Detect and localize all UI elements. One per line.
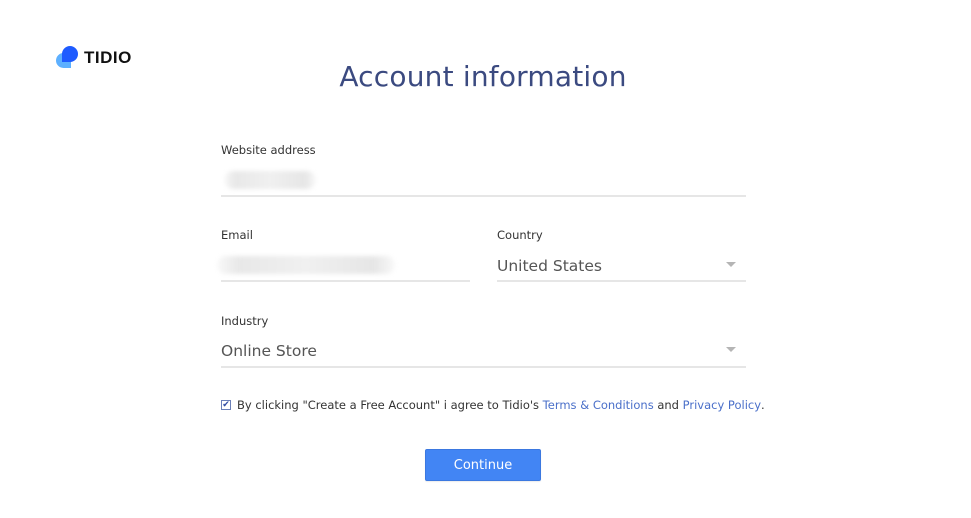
terms-agreement: ✔ By clicking "Create a Free Account" i …	[221, 398, 765, 412]
website-address-label: Website address	[221, 143, 316, 157]
chevron-down-icon	[726, 347, 736, 352]
agreement-text-prefix: By clicking "Create a Free Account" i ag…	[237, 398, 543, 412]
industry-select[interactable]: Industry Online Store	[221, 314, 746, 370]
country-label: Country	[497, 228, 543, 242]
account-information-page: TIDIO Account information Website addres…	[0, 0, 971, 518]
page-title: Account information	[339, 60, 627, 93]
website-address-field[interactable]: Website address	[221, 143, 746, 199]
email-field[interactable]: Email	[217, 228, 470, 284]
terms-checkbox[interactable]: ✔	[221, 400, 231, 410]
country-underline	[497, 280, 746, 282]
email-label: Email	[221, 228, 253, 242]
chevron-down-icon	[726, 262, 736, 267]
agreement-text-suffix: .	[761, 398, 765, 412]
country-selected-value: United States	[497, 257, 602, 275]
country-select[interactable]: Country United States	[497, 228, 746, 284]
terms-conditions-link[interactable]: Terms & Conditions	[543, 398, 654, 412]
privacy-policy-link[interactable]: Privacy Policy	[683, 398, 761, 412]
industry-selected-value: Online Store	[221, 342, 317, 360]
agreement-text-and: and	[653, 398, 683, 412]
website-address-value-redacted	[224, 171, 316, 189]
email-underline	[221, 280, 470, 282]
continue-button[interactable]: Continue	[425, 449, 541, 481]
industry-underline	[221, 366, 746, 368]
industry-label: Industry	[221, 314, 269, 328]
email-value-redacted	[217, 256, 395, 274]
website-address-underline	[221, 195, 746, 197]
